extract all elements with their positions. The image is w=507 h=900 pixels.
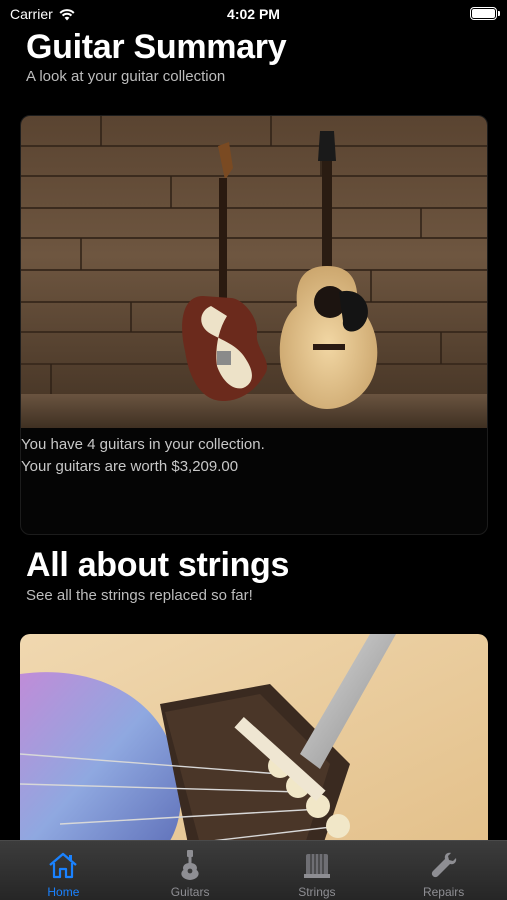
guitar-count-text: You have 4 guitars in your collection. [21,436,265,453]
summary-subtitle: A look at your guitar collection [26,68,226,85]
guitar-summary-card[interactable]: You have 4 guitars in your collection. Y… [20,115,488,535]
tab-label-strings: Strings [298,885,336,899]
battery-icon [470,7,500,20]
status-time: 4:02 PM [227,6,280,22]
tab-label-guitars: Guitars [170,885,210,899]
house-icon [46,849,80,881]
status-bar: Carrier 4:02 PM [0,0,507,28]
guitar-bridge-image [20,634,488,854]
guitar-icon [173,849,207,881]
strings-card[interactable] [20,634,488,854]
tab-bar: Home Guitars Strings Repairs [0,840,507,900]
tab-home[interactable]: Home [0,841,127,900]
tab-repairs[interactable]: Repairs [380,841,507,900]
strings-subtitle: See all the strings replaced so far! [26,587,253,604]
summary-title: Guitar Summary [26,28,287,66]
strings-title: All about strings [26,546,290,584]
guitar-collection-image [21,116,487,428]
tab-guitars[interactable]: Guitars [127,841,254,900]
strings-icon [300,849,334,881]
guitar-worth-text: Your guitars are worth $3,209.00 [21,458,239,475]
tab-strings[interactable]: Strings [254,841,381,900]
wrench-icon [427,849,461,881]
tab-label-repairs: Repairs [422,885,465,899]
tab-label-home: Home [47,885,80,899]
